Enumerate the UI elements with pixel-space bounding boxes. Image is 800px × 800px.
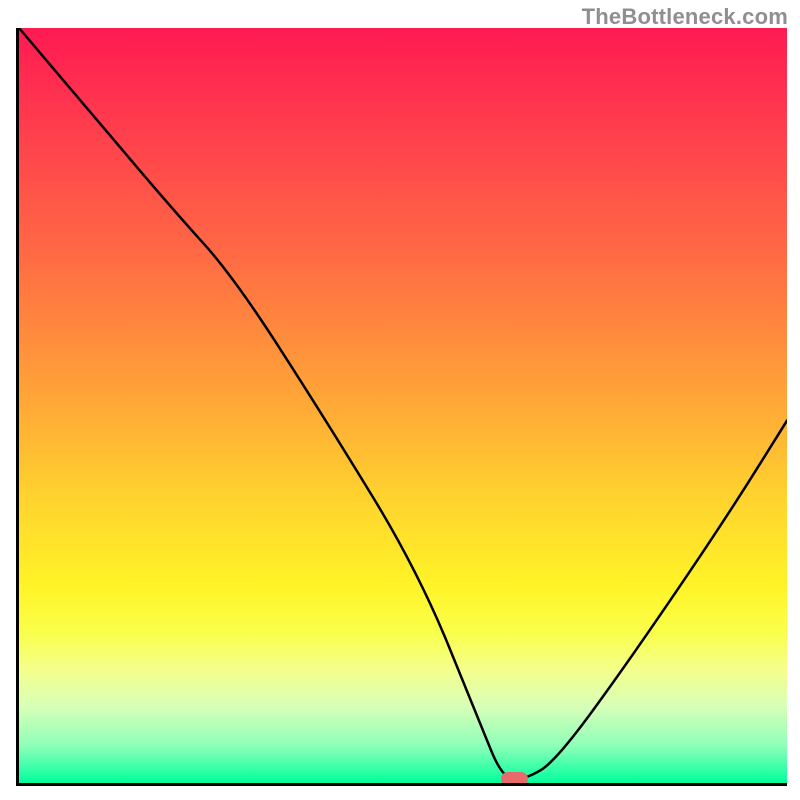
chart-container: TheBottleneck.com	[0, 0, 800, 800]
optimal-marker	[501, 772, 529, 786]
plot-area	[16, 28, 787, 786]
bottleneck-curve	[19, 28, 787, 783]
curve-path	[19, 28, 787, 779]
watermark-text: TheBottleneck.com	[582, 4, 788, 30]
